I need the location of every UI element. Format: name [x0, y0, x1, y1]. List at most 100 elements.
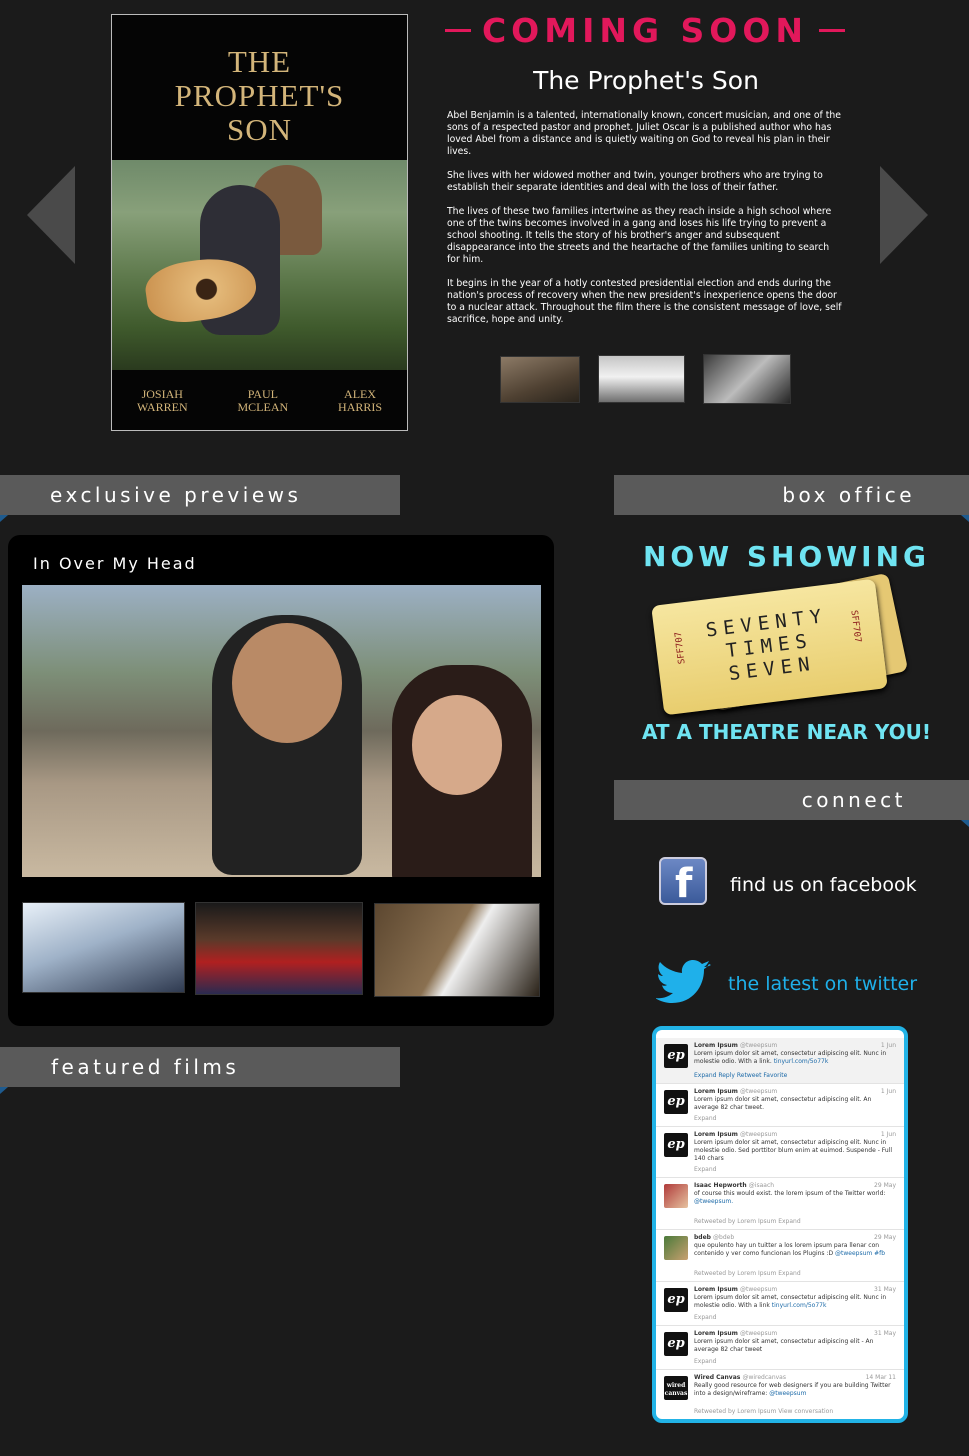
tweet-author[interactable]: bdeb @bdeb	[694, 1234, 734, 1242]
movie-poster: THE PROPHET'S SON JOSIAH WARREN PAUL MCLEA…	[111, 14, 408, 431]
next-arrow[interactable]	[880, 166, 928, 264]
twitter-bird-icon[interactable]	[656, 960, 712, 1006]
credit-3: ALEX HARRIS	[338, 387, 383, 414]
tweet-handle: @isaach	[748, 1182, 775, 1189]
section-label: exclusive previews	[50, 483, 302, 507]
tweet-actions[interactable]: Expand	[694, 1115, 716, 1123]
tweet-author[interactable]: Lorem Ipsum @tweepsum	[694, 1286, 777, 1294]
tweet-text: Lorem ipsum dolor sit amet, consectetur …	[694, 1294, 887, 1309]
synopsis-paragraph: The lives of these two families intertwi…	[447, 206, 832, 265]
credit-1: JOSIAH WARREN	[136, 387, 188, 414]
tweet-date[interactable]: 14 Mar 11	[866, 1374, 896, 1382]
tweet-actions[interactable]: Expand	[694, 1358, 716, 1366]
now-showing-heading: NOW SHOWING	[643, 540, 930, 573]
tweet-actions[interactable]: Expand	[694, 1314, 716, 1322]
section-label: box office	[782, 483, 915, 507]
movie-ticket[interactable]: SEVENTY TIMES SEVEN SFF707 SFF707	[651, 578, 888, 716]
tweet-handle: @bdeb	[713, 1234, 735, 1241]
tweet-text: Lorem ipsum dolor sit amet, consectetur …	[694, 1139, 893, 1162]
preview-thumbnail-2[interactable]	[195, 902, 363, 995]
tweet-author[interactable]: Lorem Ipsum @tweepsum	[694, 1088, 777, 1096]
preview-thumbnail-3[interactable]	[374, 903, 540, 997]
tweet-item[interactable]: ep Lorem Ipsum @tweepsum 31 May Lorem ipsum…	[656, 1326, 904, 1370]
theatre-tagline: AT A THEATRE NEAR YOU!	[642, 720, 931, 744]
poster-credits: JOSIAH WARREN PAUL MCLEAN ALEX HARRIS	[112, 388, 407, 414]
synopsis: Abel Benjamin is a talented, internation…	[447, 110, 843, 338]
tweet-link[interactable]: @tweepsum.	[694, 1198, 733, 1205]
tweet-date[interactable]: 1 Jun	[881, 1088, 896, 1096]
tweet-author[interactable]: Wired Canvas @wiredcanvas	[694, 1374, 786, 1382]
poster-title: THE PROPHET'S SON	[174, 44, 345, 147]
tweet-avatar[interactable]: ep	[664, 1044, 688, 1068]
facebook-icon[interactable]: f	[659, 857, 707, 907]
tweet-author[interactable]: Lorem Ipsum @tweepsum	[694, 1042, 777, 1050]
tweet-item[interactable]: ep Lorem Ipsum @tweepsum 31 May Lorem ipsum…	[656, 1282, 904, 1326]
tweet-actions[interactable]: Expand	[694, 1166, 716, 1174]
credit-2: PAUL MCLEAN	[237, 387, 289, 414]
tweet-text: Lorem ipsum dolor sit amet, consectetur …	[694, 1338, 874, 1353]
synopsis-paragraph: She lives with her widowed mother and tw…	[447, 170, 823, 193]
tweet-avatar[interactable]: ep	[664, 1090, 688, 1114]
tweet-item[interactable]: ep Lorem Ipsum @tweepsum 1 Jun Lorem ipsum …	[656, 1038, 904, 1084]
section-exclusive-previews: exclusive previews	[0, 475, 400, 522]
still-thumbnail-3[interactable]	[703, 354, 791, 404]
tweet-link[interactable]: @tweepsum #fb	[835, 1250, 885, 1257]
heading-dash-right	[818, 28, 845, 32]
preview-video[interactable]	[22, 585, 541, 877]
tweet-author[interactable]: Isaac Hepworth @isaach	[694, 1182, 774, 1190]
coming-soon-text: COMING SOON	[481, 10, 809, 50]
tweet-avatar[interactable]: wired canvas	[664, 1376, 688, 1400]
tweet-handle: @wiredcanvas	[742, 1374, 786, 1381]
section-box-office: box office	[614, 475, 969, 522]
tweet-item[interactable]: bdeb @bdeb 29 May que opulento hay un tuit…	[656, 1230, 904, 1282]
section-label: connect	[801, 788, 906, 812]
tweet-actions[interactable]: Retweeted by Lorem Ipsum View conversati…	[694, 1408, 833, 1416]
facebook-link[interactable]: find us on facebook	[730, 874, 917, 896]
preview-thumbnail-1[interactable]	[22, 902, 185, 993]
tweet-avatar[interactable]: ep	[664, 1288, 688, 1312]
tweet-actions[interactable]: Expand Reply Retweet Favorite	[694, 1072, 787, 1080]
tweet-date[interactable]: 29 May	[874, 1234, 896, 1242]
tweet-text: Really good resource for web designers i…	[694, 1382, 891, 1397]
tweet-date[interactable]: 29 May	[874, 1182, 896, 1190]
tweet-item[interactable]: wired canvas Wired Canvas @wiredcanvas 14 …	[656, 1370, 904, 1419]
tweet-item[interactable]: ep Lorem Ipsum @tweepsum 1 Jun Lorem ipsum …	[656, 1127, 904, 1178]
section-label: featured films	[51, 1055, 240, 1079]
tweet-date[interactable]: 31 May	[874, 1286, 896, 1294]
tweet-handle: @tweepsum	[740, 1131, 778, 1138]
tweet-actions[interactable]: Retweeted by Lorem Ipsum Expand	[694, 1270, 801, 1278]
section-connect: connect	[614, 780, 969, 827]
previous-arrow[interactable]	[27, 166, 75, 264]
still-thumbnail-2[interactable]	[598, 355, 685, 403]
still-thumbnail-1[interactable]	[500, 356, 580, 403]
twitter-link[interactable]: the latest on twitter	[728, 973, 917, 995]
tweet-handle: @tweepsum	[740, 1088, 778, 1095]
tweet-text: of course this would exist. the lorem ip…	[694, 1190, 886, 1205]
tweet-text: Lorem ipsum dolor sit amet, consectetur …	[694, 1096, 872, 1111]
tweet-link[interactable]: @tweepsum	[769, 1390, 806, 1397]
tweet-text: que opulento hay un tuitter a los lorem …	[694, 1242, 886, 1257]
section-featured-films: featured films	[0, 1047, 400, 1094]
tweet-avatar[interactable]: ep	[664, 1332, 688, 1356]
tweet-avatar[interactable]: ep	[664, 1133, 688, 1157]
tweet-author[interactable]: Lorem Ipsum @tweepsum	[694, 1330, 777, 1338]
tweet-link[interactable]: tinyurl.com/5o77k	[772, 1302, 827, 1309]
tweet-text: Lorem ipsum dolor sit amet, consectetur …	[694, 1050, 887, 1065]
poster-photo	[112, 160, 407, 370]
film-title: The Prophet's Son	[533, 66, 759, 95]
twitter-feed-widget[interactable]: ep Lorem Ipsum @tweepsum 1 Jun Lorem ipsum …	[652, 1026, 908, 1423]
tweet-avatar[interactable]	[664, 1184, 688, 1208]
synopsis-paragraph: It begins in the year of a hotly contest…	[447, 278, 842, 325]
tweet-avatar[interactable]	[664, 1236, 688, 1260]
tweet-date[interactable]: 1 Jun	[881, 1042, 896, 1050]
tweet-date[interactable]: 1 Jun	[881, 1131, 896, 1139]
coming-soon-heading: COMING SOON	[445, 10, 845, 50]
synopsis-paragraph: Abel Benjamin is a talented, internation…	[447, 110, 842, 157]
tweet-actions[interactable]: Retweeted by Lorem Ipsum Expand	[694, 1218, 801, 1226]
tweet-date[interactable]: 31 May	[874, 1330, 896, 1338]
tweet-item[interactable]: ep Lorem Ipsum @tweepsum 1 Jun Lorem ipsum …	[656, 1084, 904, 1127]
tweet-author[interactable]: Lorem Ipsum @tweepsum	[694, 1131, 777, 1139]
tweet-handle: @tweepsum	[740, 1042, 778, 1049]
tweet-item[interactable]: Isaac Hepworth @isaach 29 May of course th…	[656, 1178, 904, 1230]
tweet-link[interactable]: tinyurl.com/5o77k	[774, 1058, 829, 1065]
